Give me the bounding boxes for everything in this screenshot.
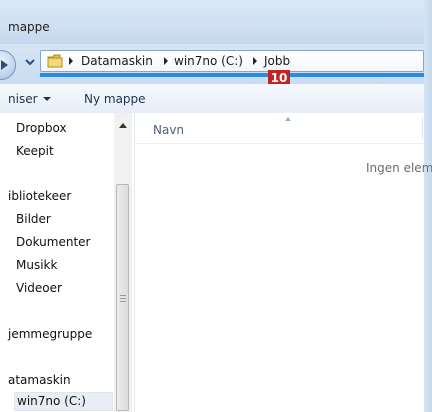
column-header-row: Navn (135, 113, 424, 144)
command-bar: niser Ny mappe (0, 84, 424, 114)
back-button[interactable] (0, 50, 16, 80)
scroll-up-icon[interactable] (119, 123, 127, 128)
file-list[interactable]: Navn Ingen elem (135, 113, 432, 412)
sort-ascending-icon (285, 117, 291, 121)
nav-item-music[interactable]: Musikk (16, 258, 57, 272)
nav-item-pictures[interactable]: Bilder (16, 212, 51, 226)
empty-folder-message: Ingen elem (366, 161, 432, 175)
nav-item-libraries[interactable]: ibliotekeer (8, 189, 71, 203)
nav-item-documents[interactable]: Dokumenter (16, 235, 90, 249)
arrow-right-icon (1, 60, 8, 70)
folder-icon (47, 54, 63, 68)
column-header-name[interactable]: Navn (153, 123, 184, 137)
window-frame-edge (424, 0, 432, 412)
progress-fill (40, 73, 424, 77)
column-divider[interactable] (422, 117, 423, 139)
grip-icon (120, 295, 126, 296)
breadcrumb-separator-icon[interactable] (251, 55, 259, 67)
breadcrumb-separator-icon[interactable] (162, 55, 170, 67)
nav-item-homegroup[interactable]: jemmegruppe (8, 327, 92, 341)
chevron-down-icon (43, 97, 51, 101)
address-bar[interactable]: Datamaskin win7no (C:) Jobb (40, 50, 424, 72)
organize-button[interactable]: niser (8, 92, 38, 106)
address-progress-bar (40, 73, 424, 77)
new-folder-button[interactable]: Ny mappe (84, 92, 146, 106)
recent-pages-dropdown-icon[interactable] (25, 58, 35, 66)
nav-item-drive-c[interactable]: win7no (C:) (14, 392, 113, 411)
nav-item-keepit[interactable]: Keepit (16, 144, 54, 158)
scrollbar-thumb[interactable] (116, 184, 129, 411)
breadcrumb-drive[interactable]: win7no (C:) (174, 54, 243, 68)
navigation-pane-scrollbar[interactable] (114, 113, 132, 412)
breadcrumb-separator-icon[interactable] (67, 55, 75, 67)
nav-item-videos[interactable]: Videoer (16, 281, 62, 295)
breadcrumb-datamaskin[interactable]: Datamaskin (81, 54, 153, 68)
breadcrumb-jobb[interactable]: Jobb (264, 54, 290, 68)
nav-item-dropbox[interactable]: Dropbox (16, 121, 67, 135)
nav-item-computer[interactable]: atamaskin (8, 373, 71, 387)
window-title: mappe (8, 20, 50, 34)
title-bar: mappe (0, 0, 432, 44)
